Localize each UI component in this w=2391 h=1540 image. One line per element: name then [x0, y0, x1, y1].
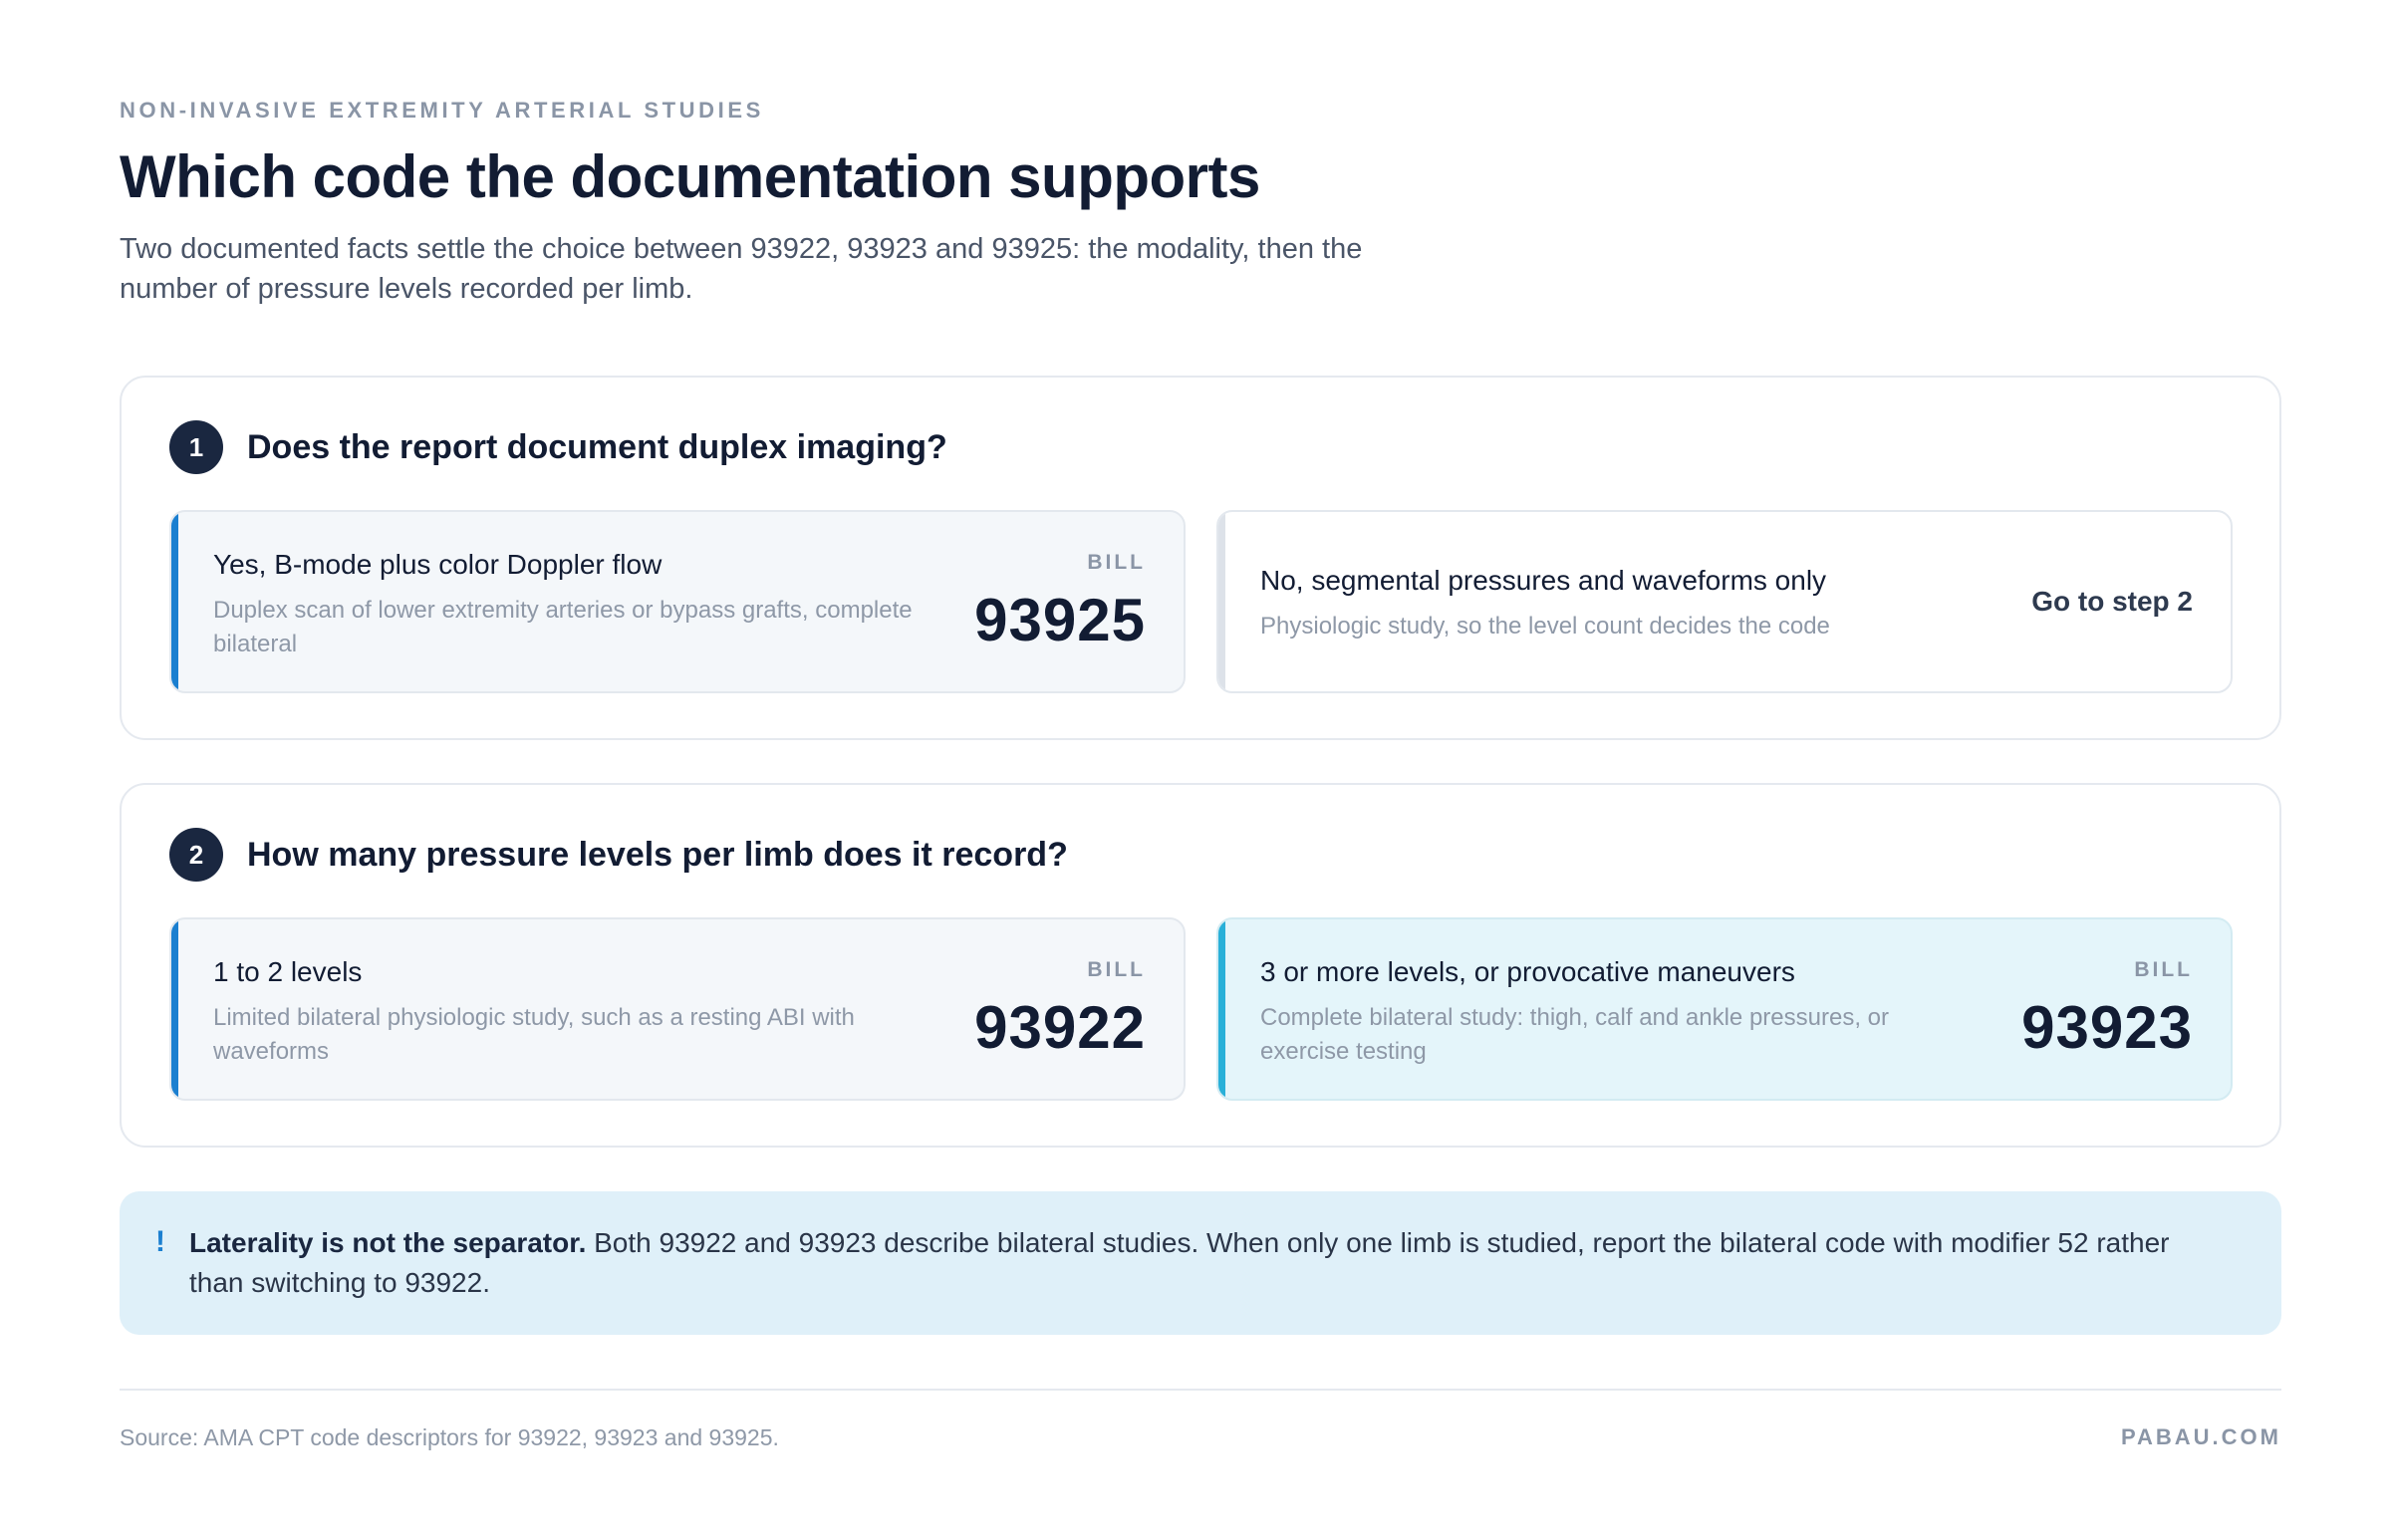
laterality-callout: ! Laterality is not the separator. Both … [120, 1191, 2281, 1335]
accent-bar [171, 919, 178, 1099]
step-2-badge: 2 [169, 828, 223, 882]
bill-label: BILL [1087, 958, 1146, 981]
bill-code: 93925 [974, 587, 1146, 653]
alert-icon: ! [155, 1225, 165, 1258]
callout-lead: Laterality is not the separator. [189, 1227, 587, 1258]
page-subtitle: Two documented facts settle the choice b… [120, 233, 1363, 305]
bill-block: BILL 93925 [974, 552, 1146, 650]
bill-code: 93923 [2021, 994, 2193, 1061]
option-description: Duplex scan of lower extremity arteries … [213, 597, 913, 657]
accent-bar [171, 512, 178, 691]
option-title: 3 or more levels, or provocative maneuve… [1260, 956, 1795, 987]
step-2-card: 2 How many pressure levels per limb does… [120, 783, 2281, 1148]
step-2-header: 2 How many pressure levels per limb does… [169, 828, 1068, 882]
option-description: Limited bilateral physiologic study, suc… [213, 1004, 855, 1065]
step-2-question: How many pressure levels per limb does i… [247, 835, 1068, 874]
option-text: No, segmental pressures and waveforms on… [1260, 564, 1972, 643]
bill-label: BILL [1087, 551, 1146, 574]
option-duplex-no: No, segmental pressures and waveforms on… [1216, 510, 2233, 693]
option-text: 1 to 2 levels Limited bilateral physiolo… [213, 955, 925, 1069]
option-1-to-2-levels: 1 to 2 levels Limited bilateral physiolo… [169, 917, 1186, 1101]
option-text: 3 or more levels, or provocative maneuve… [1260, 955, 1972, 1069]
option-description: Physiologic study, so the level count de… [1260, 613, 1830, 640]
option-description: Complete bilateral study: thigh, calf an… [1260, 1004, 1889, 1065]
option-title: Yes, B-mode plus color Doppler flow [213, 549, 663, 580]
option-title: No, segmental pressures and waveforms on… [1260, 565, 1827, 596]
decision-guide: NON-INVASIVE EXTREMITY ARTERIAL STUDIES … [120, 98, 2283, 1450]
accent-bar [1218, 512, 1225, 691]
option-3-plus-levels: 3 or more levels, or provocative maneuve… [1216, 917, 2233, 1101]
option-title: 1 to 2 levels [213, 956, 363, 987]
accent-bar [1218, 919, 1225, 1099]
footer-divider [120, 1389, 2281, 1391]
bill-block: BILL 93922 [974, 959, 1146, 1058]
callout-text: Laterality is not the separator. Both 93… [189, 1223, 2202, 1303]
step-1-card: 1 Does the report document duplex imagin… [120, 376, 2281, 740]
option-duplex-yes: Yes, B-mode plus color Doppler flow Dupl… [169, 510, 1186, 693]
source-note: Source: AMA CPT code descriptors for 939… [120, 1424, 779, 1450]
brand-link[interactable]: PABAU.COM [2121, 1424, 2281, 1450]
step-1-badge: 1 [169, 420, 223, 474]
option-text: Yes, B-mode plus color Doppler flow Dupl… [213, 548, 925, 661]
go-to-step-2-link[interactable]: Go to step 2 [2031, 512, 2193, 691]
bill-code: 93922 [974, 994, 1146, 1061]
page-title: Which code the documentation supports [120, 143, 1260, 210]
bill-block: BILL 93923 [2021, 959, 2193, 1058]
bill-label: BILL [2134, 958, 2193, 981]
step-1-question: Does the report document duplex imaging? [247, 427, 947, 466]
step-1-header: 1 Does the report document duplex imagin… [169, 420, 947, 474]
eyebrow: NON-INVASIVE EXTREMITY ARTERIAL STUDIES [120, 98, 764, 123]
